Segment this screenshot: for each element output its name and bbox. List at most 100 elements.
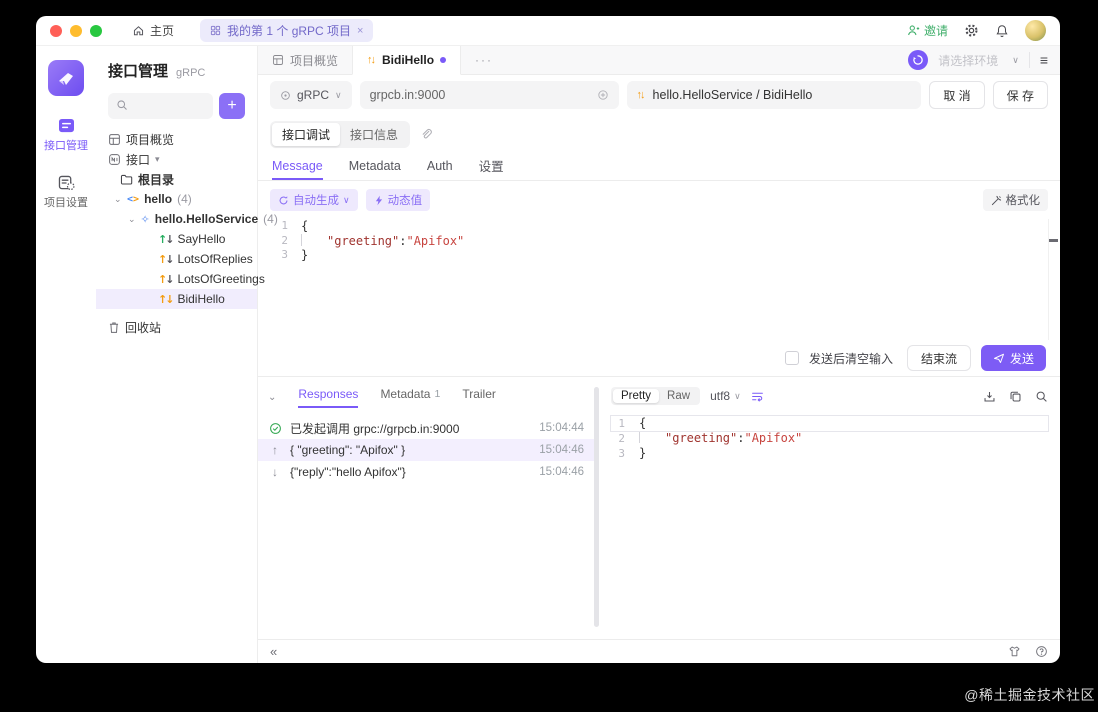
save-response-icon[interactable] — [983, 390, 996, 403]
code-token: } — [301, 248, 308, 263]
encoding-select[interactable]: utf8 ∨ — [710, 389, 741, 403]
bottom-statusbar: « — [258, 639, 1060, 663]
chevron-down-icon: ∨ — [343, 195, 350, 206]
check-circle-icon — [268, 422, 282, 435]
more-tabs-button[interactable]: ··· — [461, 46, 507, 74]
user-avatar[interactable] — [1025, 20, 1046, 41]
rail-item-project-settings[interactable]: 项目设置 — [44, 175, 88, 210]
folder-icon — [120, 173, 133, 186]
tab-project-overview[interactable]: 项目概览 — [258, 46, 352, 74]
response-viewer-panel: Pretty Raw utf8 ∨ — [599, 377, 1060, 639]
dynamic-value-button[interactable]: 动态值 — [366, 189, 431, 211]
tree-label: hello.HelloService — [155, 212, 258, 226]
url-field — [360, 81, 619, 109]
search-box — [108, 93, 213, 119]
close-project-tab-icon[interactable]: × — [357, 25, 363, 37]
home-tab[interactable]: 主页 — [132, 22, 174, 39]
url-input[interactable] — [370, 88, 597, 102]
format-button[interactable]: 格式化 — [983, 189, 1049, 211]
stream-method-icon: ↑↓ — [158, 253, 172, 266]
tree-label: BidiHello — [177, 292, 224, 306]
sidebar-item-sayhello[interactable]: ↑↓ SayHello — [96, 229, 257, 249]
response-event-row[interactable]: ↑ { "greeting": "Apifox" } 15:04:46 — [258, 439, 594, 461]
invite-button[interactable]: 邀请 — [907, 22, 948, 39]
tab-bidihello[interactable]: ↑↓ BidiHello — [352, 46, 461, 75]
code-token: "greeting" — [327, 234, 399, 249]
sidebar-item-bidihello[interactable]: ↑↓ BidiHello — [96, 289, 257, 309]
response-event-row[interactable]: 已发起调用 grpc://grpcb.in:9000 15:04:44 — [258, 417, 594, 439]
clear-after-send-checkbox[interactable] — [785, 351, 799, 365]
metadata-count-badge: 1 — [434, 388, 440, 400]
api-management-icon — [58, 118, 75, 133]
sidebar-item-hello-proto[interactable]: ⌄ <> hello (4) — [96, 189, 257, 209]
minimize-window-button[interactable] — [70, 25, 82, 37]
notifications-bell-icon[interactable] — [995, 24, 1009, 38]
tab-metadata[interactable]: Metadata — [349, 153, 401, 180]
response-event-list: 已发起调用 grpc://grpcb.in:9000 15:04:44 ↑ { … — [258, 417, 594, 483]
sidebar-item-root-folder[interactable]: 根目录 — [96, 169, 257, 189]
collapse-sidebar-icon[interactable]: « — [270, 644, 277, 659]
rail-item-api-management[interactable]: 接口管理 — [44, 118, 88, 153]
url-env-icon[interactable] — [597, 89, 609, 101]
code-token: { — [301, 219, 308, 234]
request-section-tabs: Message Metadata Auth 设置 — [258, 153, 1060, 181]
help-icon[interactable] — [1035, 645, 1048, 658]
save-button[interactable]: 保 存 — [993, 81, 1048, 109]
tab-message[interactable]: Message — [272, 153, 323, 180]
tab-api-debug[interactable]: 接口调试 — [272, 123, 340, 146]
rail-settings-label: 项目设置 — [44, 194, 88, 210]
project-tab[interactable]: 我的第 1 个 gRPC 项目 × — [200, 19, 373, 42]
tab-trailer[interactable]: Trailer — [462, 387, 496, 408]
tab-pretty[interactable]: Pretty — [613, 389, 659, 403]
viewer-actions — [983, 390, 1048, 403]
tab-response-metadata[interactable]: Metadata 1 — [380, 387, 440, 408]
word-wrap-icon[interactable] — [751, 390, 764, 403]
app-logo[interactable] — [48, 60, 84, 96]
tab-auth[interactable]: Auth — [427, 153, 453, 180]
editor-scrollbar[interactable] — [1048, 219, 1060, 340]
desktop-background: 主页 我的第 1 个 gRPC 项目 × 邀请 — [0, 0, 1098, 712]
tab-label: 项目概览 — [290, 52, 338, 69]
sidebar-item-apis[interactable]: 接口 ▾ — [96, 149, 257, 169]
sidebar-item-recycle-bin[interactable]: 回收站 — [96, 317, 257, 337]
search-icon — [116, 99, 128, 111]
json-editor[interactable]: 1 { 2 "greeting" : "Apifox" 3 } — [270, 219, 1048, 340]
search-response-icon[interactable] — [1035, 390, 1048, 403]
expand-caret-icon[interactable]: ⌄ — [114, 194, 122, 205]
sidebar-header: 接口管理 gRPC — [96, 60, 257, 81]
api-tree: 项目概览 接口 ▾ 根目录 — [96, 129, 257, 337]
settings-gear-icon[interactable] — [964, 23, 979, 38]
response-json-viewer[interactable]: 1 { 2 "greeting" : "Apifox" — [611, 416, 1048, 461]
sidebar-item-lotsofreplies[interactable]: ↑↓ LotsOfReplies — [96, 249, 257, 269]
tab-raw[interactable]: Raw — [659, 389, 698, 403]
feedback-icon[interactable] — [1008, 645, 1021, 658]
indent-guide — [639, 431, 665, 443]
response-event-row[interactable]: ↓ {"reply":"hello Apifox"} 15:04:46 — [258, 461, 594, 483]
sidebar-item-hello-service[interactable]: ⌄ ✧ hello.HelloService (4) — [96, 209, 257, 229]
copy-icon[interactable] — [1009, 390, 1022, 403]
zoom-window-button[interactable] — [90, 25, 102, 37]
response-area: ⌄ Responses Metadata 1 Trailer — [258, 376, 1060, 639]
paperclip-icon[interactable] — [420, 128, 433, 141]
cancel-button[interactable]: 取 消 — [929, 81, 984, 109]
service-method-field[interactable]: ↑↓ hello.HelloService / BidiHello — [627, 81, 922, 109]
sidebar-item-lotsofgreetings[interactable]: ↑↓ LotsOfGreetings — [96, 269, 257, 289]
auto-generate-button[interactable]: 自动生成 ∨ — [270, 189, 358, 211]
tab-api-info[interactable]: 接口信息 — [340, 123, 408, 146]
tree-label: SayHello — [177, 232, 225, 246]
tab-responses[interactable]: Responses — [298, 387, 358, 408]
sidebar-item-project-overview[interactable]: 项目概览 — [96, 129, 257, 149]
layout-menu-icon[interactable]: ≡ — [1040, 52, 1048, 68]
add-button[interactable]: + — [219, 93, 245, 119]
protocol-select[interactable]: gRPC ∨ — [270, 81, 352, 109]
tab-settings[interactable]: 设置 — [479, 153, 504, 180]
close-window-button[interactable] — [50, 25, 62, 37]
section-caret-icon[interactable]: ▾ — [155, 154, 163, 165]
env-selector[interactable]: 请选择环境 ∨ — [938, 52, 1019, 69]
collapse-panel-icon[interactable]: ⌄ — [268, 392, 276, 403]
send-button[interactable]: 发送 — [981, 345, 1046, 371]
end-stream-button[interactable]: 结束流 — [907, 345, 971, 371]
code-line: 3 } — [270, 248, 1048, 263]
expand-caret-icon[interactable]: ⌄ — [128, 214, 136, 225]
env-sync-icon[interactable] — [908, 50, 928, 70]
